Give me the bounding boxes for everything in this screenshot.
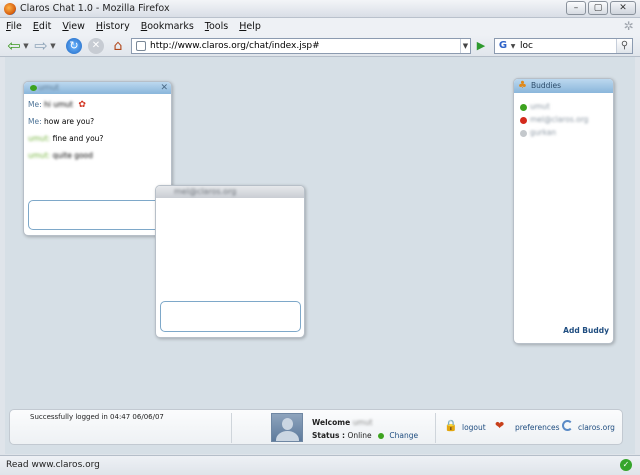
buddy-status-icon (520, 129, 527, 137)
search-input[interactable]: loc (517, 41, 616, 51)
chat-message: umut: fine and you? (28, 134, 167, 151)
message-sender: Me: (28, 100, 42, 109)
maximize-button[interactable]: ▢ (588, 1, 608, 15)
buddy-item-gurkan[interactable]: gurkan (520, 128, 556, 138)
buddy-status-icon (520, 103, 527, 111)
navigation-toolbar: ⇦ ▼ ⇨ ▼ ↻ ✕ ⌂ http://www.claros.org/chat… (0, 35, 640, 57)
add-buddy-link[interactable]: Add Buddy (563, 326, 609, 335)
preferences-icon[interactable]: ❤ (495, 420, 504, 432)
preferences-link[interactable]: preferences (515, 423, 559, 432)
message-sender: umut: (28, 134, 51, 143)
chat-window-header[interactable]: umut ✕ (24, 82, 171, 94)
buddy-name: umut (530, 102, 550, 111)
forward-arrow-icon[interactable]: ⇨ (33, 38, 49, 54)
avatar[interactable] (271, 413, 303, 442)
chat-input[interactable] (28, 200, 168, 230)
chat-buddy-name: mel@claros.org (174, 187, 237, 196)
welcome-label: Welcome (312, 418, 351, 427)
buddy-status-icon (520, 116, 527, 124)
buddy-item-umut[interactable]: umut (520, 102, 550, 112)
page-content: umut ✕ Me: hi umut ✿ Me: how are you? um… (5, 57, 635, 454)
url-dropdown-icon[interactable]: ▼ (460, 39, 470, 53)
url-bar[interactable]: http://www.claros.org/chat/index.jsp# ▼ (131, 38, 471, 54)
window-title: Claros Chat 1.0 - Mozilla Firefox (20, 3, 170, 14)
forward-history-dropdown-icon[interactable]: ▼ (49, 38, 57, 54)
buddies-panel: ♣ Buddies umut mel@claros.org gurkan Add… (513, 78, 614, 344)
stop-icon[interactable]: ✕ (88, 38, 104, 54)
close-chat-icon[interactable]: ✕ (160, 82, 168, 94)
chat-input[interactable] (160, 301, 301, 332)
claros-org-link[interactable]: claros.org (578, 423, 615, 432)
menu-help[interactable]: Help (239, 21, 261, 32)
google-icon[interactable]: G (497, 40, 509, 52)
menu-tools[interactable]: Tools (205, 21, 228, 32)
search-box[interactable]: G ▼ loc ⚲ (494, 38, 633, 54)
message-text: hi umut (44, 100, 73, 109)
menu-edit[interactable]: Edit (33, 21, 51, 32)
online-status-icon (30, 85, 37, 91)
buddies-title: Buddies (531, 81, 562, 90)
menu-file[interactable]: File (6, 21, 22, 32)
url-input[interactable]: http://www.claros.org/chat/index.jsp# (150, 41, 460, 51)
menu-view[interactable]: View (62, 21, 85, 32)
status-bar: Read www.claros.org ✓ (0, 455, 640, 475)
chat-window-header[interactable]: mel@claros.org (156, 186, 304, 198)
title-bar: Claros Chat 1.0 - Mozilla Firefox – ▢ ✕ (0, 0, 640, 18)
close-button[interactable]: ✕ (610, 1, 636, 15)
chat-message: umut: quite good (28, 151, 167, 168)
buddy-name: gurkan (530, 128, 557, 137)
chat-buddy-name: umut (38, 83, 60, 92)
buddies-header[interactable]: ♣ Buddies (514, 79, 613, 93)
welcome-username: umut (352, 418, 373, 427)
status-label: Status : (312, 431, 346, 440)
message-text: fine and you? (52, 134, 104, 143)
chat-window-umut: umut ✕ Me: hi umut ✿ Me: how are you? um… (23, 81, 172, 236)
search-magnifier-icon[interactable]: ⚲ (616, 39, 632, 53)
check-icon: ✓ (620, 459, 632, 471)
status-bar-text: Read www.claros.org (6, 460, 100, 470)
window-controls: – ▢ ✕ (566, 1, 636, 15)
firefox-icon (4, 3, 16, 15)
chat-message: Me: hi umut ✿ (28, 100, 167, 117)
search-engine-dropdown-icon[interactable]: ▼ (509, 43, 517, 50)
change-status-link[interactable]: Change (389, 431, 418, 440)
flower-emoticon-icon: ✿ (78, 100, 86, 110)
panel-divider (435, 413, 436, 443)
status-line: Status : Online Change (312, 431, 418, 440)
go-arrow-icon[interactable]: ▶ (474, 39, 488, 53)
login-status-message: Successfully logged in 04:47 06/06/07 (30, 413, 164, 421)
buddy-item-mel[interactable]: mel@claros.org (520, 115, 588, 125)
bottom-panel: Successfully logged in 04:47 06/06/07 We… (9, 409, 623, 445)
menu-bookmarks[interactable]: Bookmarks (141, 21, 194, 32)
online-status-icon (378, 433, 385, 439)
reload-icon[interactable]: ↻ (66, 38, 82, 54)
page-favicon-icon (136, 41, 146, 51)
buddies-icon: ♣ (518, 80, 527, 91)
chat-messages: Me: hi umut ✿ Me: how are you? umut: fin… (24, 94, 171, 168)
menu-history[interactable]: History (96, 21, 130, 32)
chat-window-mel: mel@claros.org (155, 185, 305, 338)
message-sender: umut: (28, 151, 51, 160)
message-sender: Me: (28, 117, 42, 126)
panel-divider (231, 413, 232, 443)
back-arrow-icon[interactable]: ⇦ (6, 38, 22, 54)
home-icon[interactable]: ⌂ (110, 38, 126, 54)
lock-icon[interactable]: 🔒 (444, 420, 458, 432)
back-history-dropdown-icon[interactable]: ▼ (22, 38, 30, 54)
claros-logo-icon[interactable] (562, 420, 573, 431)
throbber-icon: ✲ (623, 19, 634, 33)
message-text: quite good (52, 151, 93, 160)
chat-message: Me: how are you? (28, 117, 167, 134)
logout-link[interactable]: logout (462, 423, 486, 432)
menu-bar: File Edit View History Bookmarks Tools H… (0, 18, 640, 35)
minimize-button[interactable]: – (566, 1, 586, 15)
welcome-text: Welcome umut (312, 418, 373, 427)
status-value: Online (347, 431, 372, 440)
message-text: how are you? (44, 117, 95, 126)
buddy-name: mel@claros.org (530, 115, 589, 124)
